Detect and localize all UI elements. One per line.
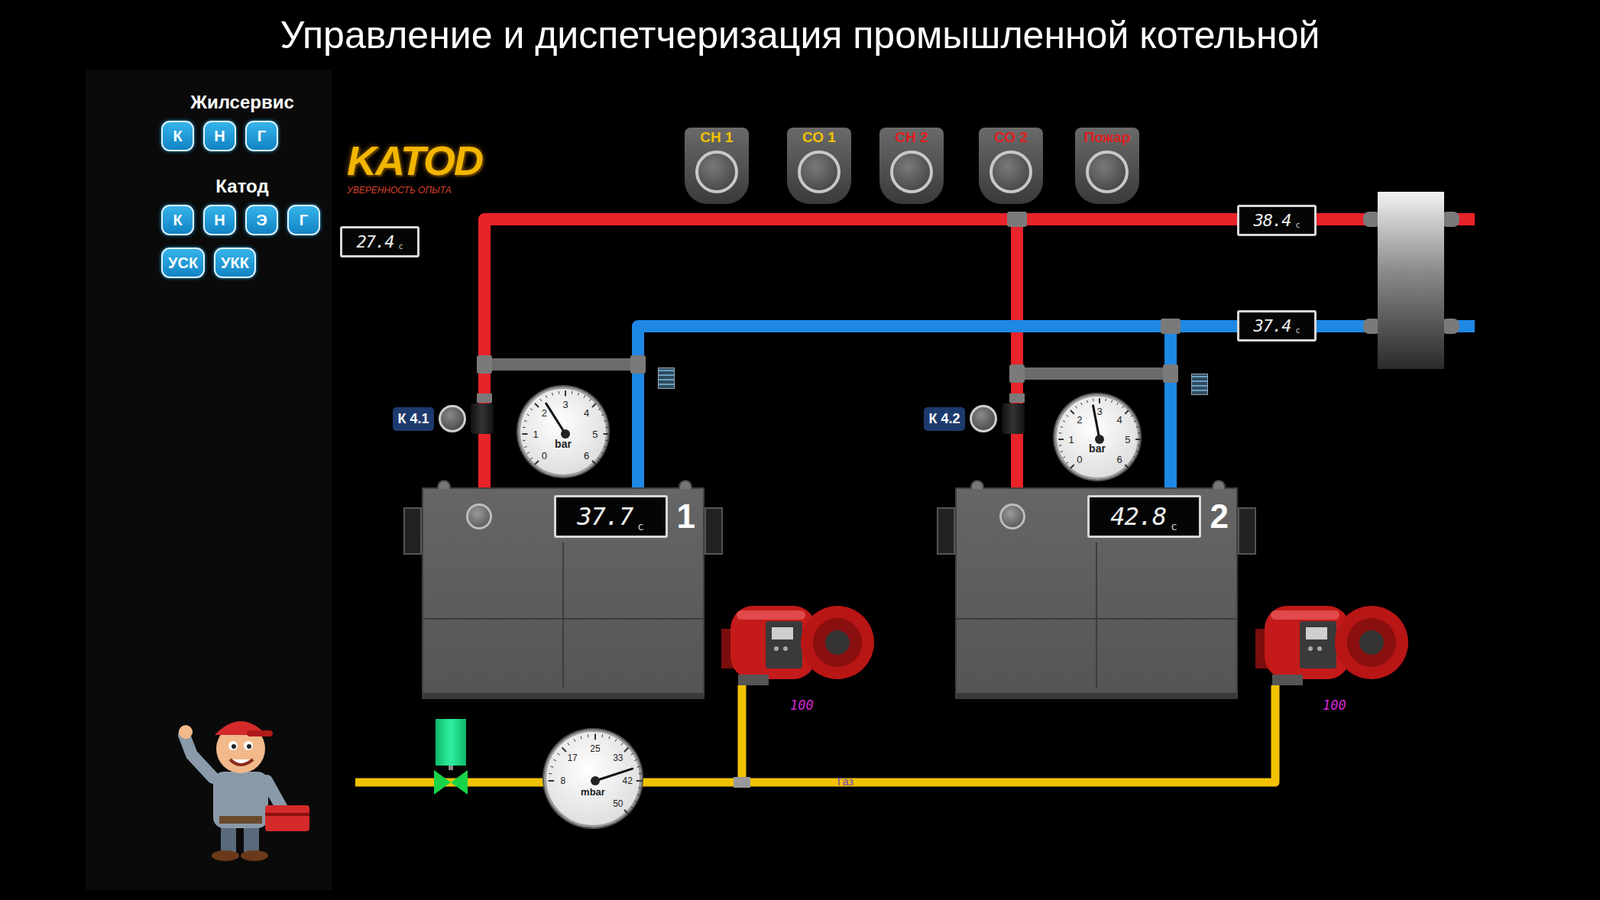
outdoor-temperature: 27.4c <box>340 226 420 258</box>
button-row: КНГ <box>161 120 324 152</box>
alarm-indicator: СН 1 <box>684 127 749 205</box>
boiler-pressure-gauge: 01 2 3 4 56 bar <box>518 386 609 477</box>
pump-motor <box>470 403 494 435</box>
alarm-lamp <box>797 150 841 194</box>
boiler-temperature: 37.7c <box>553 495 668 538</box>
gas-label: Газ <box>837 775 854 788</box>
gauge-unit: mbar <box>580 786 606 798</box>
sidebar-button[interactable]: Н <box>203 120 237 152</box>
alarm-lamp <box>1085 150 1129 194</box>
return-pipe <box>1164 326 1177 490</box>
burner-power: 100 <box>1322 697 1347 713</box>
return-temperature: 37.4c <box>1237 310 1317 342</box>
alarm-indicator: СО 1 <box>787 127 852 205</box>
gauge-needle <box>546 403 566 435</box>
boiler-number: 1 <box>676 499 696 534</box>
gauge-tick: 6 <box>583 450 590 460</box>
heat-exchanger <box>1377 191 1445 370</box>
alarm-lamp <box>695 150 739 194</box>
gauge-tick: 2 <box>1076 414 1082 425</box>
boiler-header: 42.8c2 <box>956 489 1237 538</box>
circulation-pump[interactable]: К 4.2 <box>923 403 1025 435</box>
pump-icon <box>438 404 467 433</box>
company-logo: KATODУВЕРЕННОСТЬ ОПЫТА <box>346 137 493 196</box>
gauge-tick: 17 <box>566 753 577 763</box>
bypass-pipe <box>484 358 639 371</box>
burner-icon <box>721 599 878 686</box>
valve-icon <box>434 770 468 795</box>
gauge-tick: 2 <box>541 408 548 418</box>
bypass-pipe <box>1017 367 1171 380</box>
pump-motor <box>1001 403 1025 435</box>
gauge-tick: 3 <box>1096 406 1102 417</box>
sidebar-button[interactable]: К <box>161 204 195 236</box>
sensor-module <box>657 367 675 389</box>
sidebar-button[interactable]: Г <box>245 120 279 152</box>
gas-pipe <box>738 685 747 783</box>
gauge-tick: 50 <box>612 799 623 809</box>
sidebar-button[interactable]: УКК <box>213 247 256 279</box>
group-title: Жилсервис <box>161 91 324 114</box>
boiler-diagram: KATODУВЕРЕННОСТЬ ОПЫТА 27.4c 38.4c 37.4c СН … <box>331 69 1600 900</box>
sidebar-button[interactable]: Э <box>245 204 279 236</box>
alarm-lamp <box>989 150 1033 194</box>
boiler-temperature: 42.8c <box>1087 495 1202 538</box>
page-title: Управление и диспетчеризация промышленно… <box>0 0 1600 70</box>
boiler-number: 2 <box>1210 499 1229 534</box>
supply-temperature: 38.4c <box>1237 204 1317 237</box>
pump-icon <box>969 404 998 433</box>
mascot-icon <box>173 701 319 862</box>
gas-pipe <box>355 685 1276 783</box>
supply-pipe <box>1010 219 1024 490</box>
boiler[interactable]: 42.8c2 <box>955 487 1238 700</box>
supply-pipe <box>484 219 1475 490</box>
gauge-unit: bar <box>554 437 572 451</box>
boiler-header: 37.7c1 <box>423 489 703 538</box>
scada-screen: Управление и диспетчеризация промышленно… <box>0 0 1600 900</box>
burner-icon <box>1255 599 1413 686</box>
sidebar-button[interactable]: Н <box>203 204 237 236</box>
sidebar-button[interactable]: УСК <box>161 247 205 279</box>
sidebar: ЖилсервисКНГКатодКНЭГУСКУКК <box>85 69 332 891</box>
circulation-pump[interactable]: К 4.1 <box>392 403 494 435</box>
gauge-tick: 3 <box>562 399 568 410</box>
gauge-tick: 8 <box>560 776 566 786</box>
screen-body: ЖилсервисКНГКатодКНЭГУСКУККKATODУВЕРЕННО… <box>0 69 1600 900</box>
gauge-tick: 4 <box>1117 414 1123 425</box>
gauge-tick: 5 <box>592 429 598 440</box>
boiler-button[interactable] <box>999 503 1026 530</box>
sidebar-group: Жилсервис КНГ <box>161 91 324 152</box>
sensor-module <box>1191 373 1209 396</box>
gauge-tick: 33 <box>612 753 623 763</box>
gauge-tick: 0 <box>541 450 548 460</box>
alarm-indicator: Пожар <box>1075 127 1140 205</box>
gas-pressure-gauge: 8 17 25 33 42 50 mbar <box>544 729 642 828</box>
gauge-tick: 5 <box>1124 434 1131 445</box>
sidebar-button[interactable]: Г <box>287 204 321 236</box>
gauge-tick: 0 <box>1076 454 1082 465</box>
boiler-button[interactable] <box>466 503 493 530</box>
gauge-unit: bar <box>1088 442 1106 455</box>
alarm-indicator: СО 2 <box>978 127 1043 205</box>
alarm-lamp <box>890 150 933 194</box>
return-pipe <box>638 326 1475 490</box>
valve-actuator <box>435 719 467 766</box>
gauge-tick: 6 <box>1117 454 1123 465</box>
burner-power: 100 <box>790 697 814 713</box>
gauge-tick: 42 <box>622 776 633 786</box>
boiler[interactable]: 37.7c1 <box>421 487 705 700</box>
sidebar-button[interactable]: К <box>161 120 195 152</box>
button-row: КНЭГ УСКУКК <box>161 204 324 279</box>
group-title: Катод <box>161 175 324 198</box>
alarm-indicator: СН 2 <box>879 127 944 205</box>
gauge-tick: 25 <box>589 744 600 754</box>
gauge-tick: 4 <box>583 408 590 418</box>
sidebar-group: Катод КНЭГ УСКУКК <box>161 175 324 279</box>
gauge-tick: 1 <box>532 429 538 440</box>
boiler-pressure-gauge: 012 3 456 bar <box>1054 394 1141 480</box>
gauge-tick: 1 <box>1068 434 1074 445</box>
gas-valve[interactable] <box>434 719 468 795</box>
